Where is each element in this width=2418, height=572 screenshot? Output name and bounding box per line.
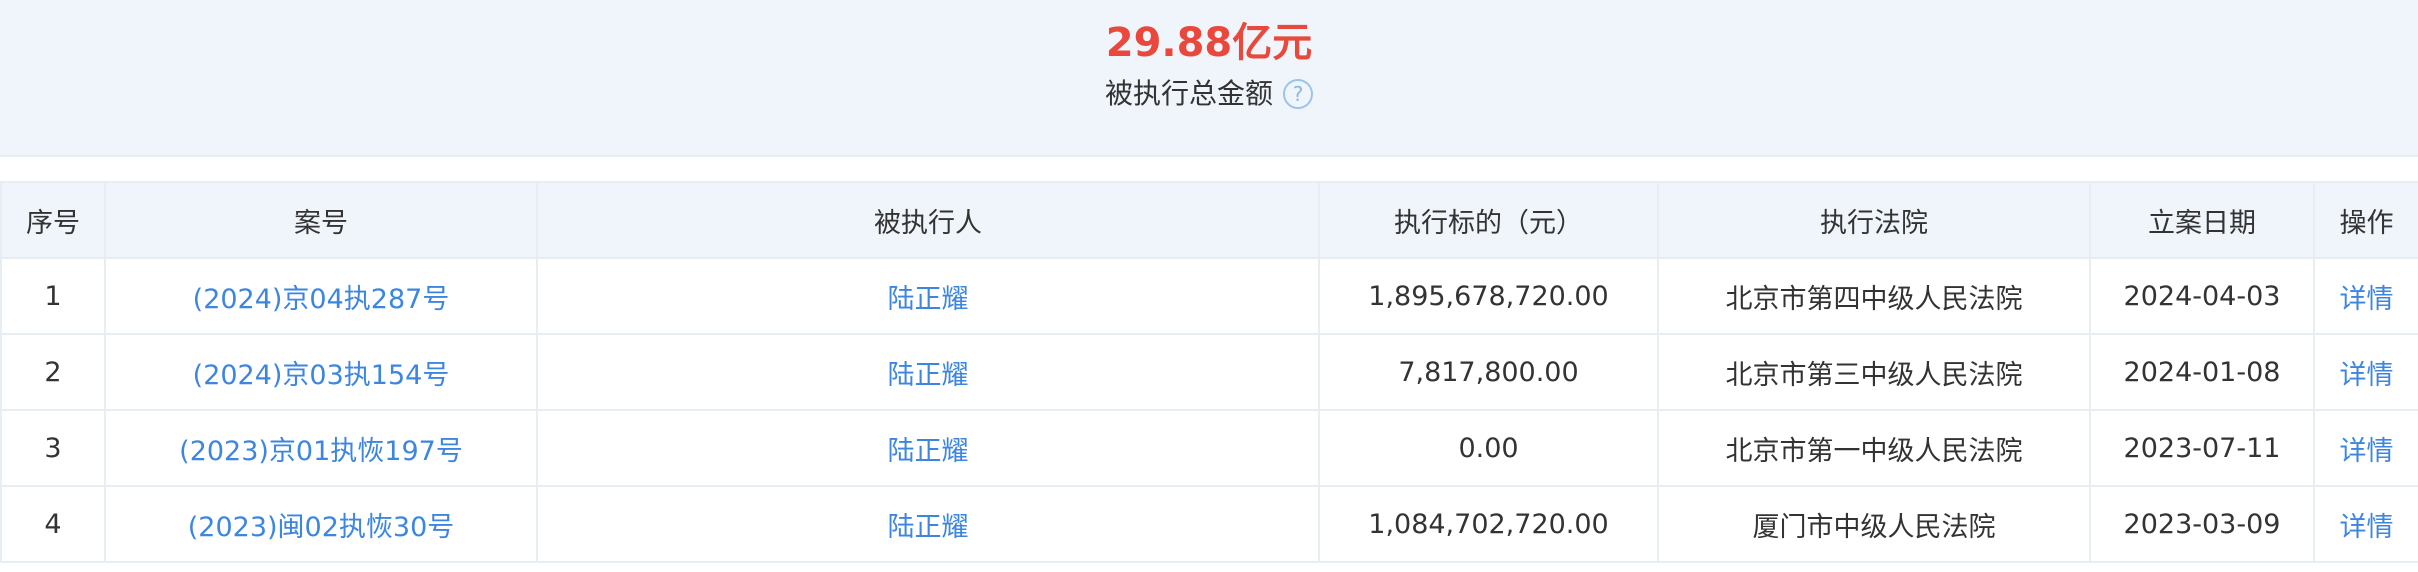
row-index: 4 — [0, 485, 106, 563]
case-no-link[interactable]: (2024)京03执154号 — [104, 333, 538, 411]
row-index: 3 — [0, 409, 106, 487]
row-amount: 1,084,702,720.00 — [1318, 485, 1659, 563]
detail-link[interactable]: 详情 — [2313, 257, 2418, 335]
table-row: 4 (2023)闽02执恢30号 陆正耀 1,084,702,720.00 厦门… — [0, 485, 2418, 563]
table-row: 2 (2024)京03执154号 陆正耀 7,817,800.00 北京市第三中… — [0, 333, 2418, 411]
enforcement-table: 序号 案号 被执行人 执行标的（元） 执行法院 立案日期 操作 1 (2024)… — [0, 181, 2418, 563]
table-header-row: 序号 案号 被执行人 执行标的（元） 执行法院 立案日期 操作 — [0, 181, 2418, 259]
table-row: 3 (2023)京01执恢197号 陆正耀 0.00 北京市第一中级人民法院 2… — [0, 409, 2418, 487]
case-no-link[interactable]: (2024)京04执287号 — [104, 257, 538, 335]
detail-link[interactable]: 详情 — [2313, 485, 2418, 563]
header-action: 操作 — [2313, 181, 2418, 259]
row-index: 2 — [0, 333, 106, 411]
row-date: 2023-03-09 — [2089, 485, 2315, 563]
summary-label-row: 被执行总金额 ? — [0, 74, 2418, 114]
summary-panel: 29.88亿元 被执行总金额 ? — [0, 0, 2418, 157]
row-court: 北京市第三中级人民法院 — [1657, 333, 2091, 411]
table-row: 1 (2024)京04执287号 陆正耀 1,895,678,720.00 北京… — [0, 257, 2418, 335]
header-index: 序号 — [0, 181, 106, 259]
header-court: 执行法院 — [1657, 181, 2091, 259]
help-icon[interactable]: ? — [1283, 79, 1313, 109]
row-index: 1 — [0, 257, 106, 335]
row-date: 2024-01-08 — [2089, 333, 2315, 411]
row-date: 2023-07-11 — [2089, 409, 2315, 487]
header-person: 被执行人 — [536, 181, 1320, 259]
row-court: 北京市第一中级人民法院 — [1657, 409, 2091, 487]
header-date: 立案日期 — [2089, 181, 2315, 259]
person-link[interactable]: 陆正耀 — [536, 409, 1320, 487]
case-no-link[interactable]: (2023)京01执恢197号 — [104, 409, 538, 487]
header-amount: 执行标的（元） — [1318, 181, 1659, 259]
detail-link[interactable]: 详情 — [2313, 409, 2418, 487]
total-amount-label: 被执行总金额 — [1104, 77, 1273, 110]
row-amount: 1,895,678,720.00 — [1318, 257, 1659, 335]
detail-link[interactable]: 详情 — [2313, 333, 2418, 411]
row-date: 2024-04-03 — [2089, 257, 2315, 335]
total-amount: 29.88亿元 — [1105, 20, 1313, 66]
person-link[interactable]: 陆正耀 — [536, 333, 1320, 411]
person-link[interactable]: 陆正耀 — [536, 485, 1320, 563]
row-court: 北京市第四中级人民法院 — [1657, 257, 2091, 335]
row-amount: 0.00 — [1318, 409, 1659, 487]
row-amount: 7,817,800.00 — [1318, 333, 1659, 411]
header-case-no: 案号 — [104, 181, 538, 259]
row-court: 厦门市中级人民法院 — [1657, 485, 2091, 563]
case-no-link[interactable]: (2023)闽02执恢30号 — [104, 485, 538, 563]
person-link[interactable]: 陆正耀 — [536, 257, 1320, 335]
